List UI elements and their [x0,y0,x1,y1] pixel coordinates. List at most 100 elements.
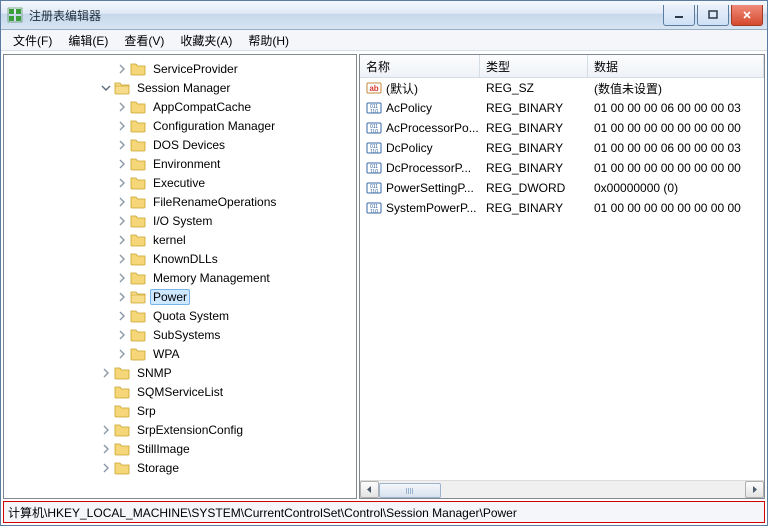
tree-item[interactable]: Power [4,287,356,306]
scroll-thumb[interactable] [379,483,441,498]
tree-label[interactable]: Storage [134,460,182,476]
minimize-button[interactable] [663,5,695,26]
tree-label[interactable]: I/O System [150,213,215,229]
expand-icon[interactable] [116,234,128,246]
maximize-button[interactable] [697,5,729,26]
tree-label[interactable]: Power [150,289,190,305]
scroll-right-button[interactable] [745,481,764,498]
collapse-icon[interactable] [100,82,112,94]
binary-value-icon: 011110 [366,160,382,176]
tree-item[interactable]: KnownDLLs [4,249,356,268]
cell-data: 01 00 00 00 00 00 00 00 00 [588,121,764,135]
expand-icon[interactable] [116,272,128,284]
svg-text:110: 110 [370,169,378,175]
tree-item[interactable]: Configuration Manager [4,116,356,135]
expand-icon[interactable] [100,367,112,379]
tree-item[interactable]: Memory Management [4,268,356,287]
tree-item[interactable]: kernel [4,230,356,249]
expand-icon[interactable] [116,329,128,341]
horizontal-scrollbar[interactable] [360,480,764,498]
svg-text:ab: ab [369,84,378,93]
expand-icon[interactable] [116,139,128,151]
tree-label[interactable]: Session Manager [134,80,233,96]
tree-label[interactable]: ServiceProvider [150,61,241,77]
expand-icon[interactable] [116,120,128,132]
menu-edit[interactable]: 编辑(E) [60,30,116,51]
svg-text:110: 110 [370,109,378,115]
column-name[interactable]: 名称 [360,55,480,77]
tree-label[interactable]: WPA [150,346,182,362]
tree-label[interactable]: Environment [150,156,223,172]
expand-icon[interactable] [116,348,128,360]
list-pane[interactable]: 名称 类型 数据 ab(默认)REG_SZ(数值未设置)011110AcPoli… [359,54,765,499]
tree-item[interactable]: AppCompatCache [4,97,356,116]
tree-label[interactable]: Srp [134,403,159,419]
list-row[interactable]: 011110DcProcessorP...REG_BINARY01 00 00 … [360,158,764,178]
scroll-left-button[interactable] [360,481,379,498]
tree-item[interactable]: ServiceProvider [4,59,356,78]
close-button[interactable] [731,5,763,26]
expand-icon[interactable] [116,253,128,265]
titlebar[interactable]: 注册表编辑器 [1,1,767,30]
expand-icon[interactable] [100,462,112,474]
list-body[interactable]: ab(默认)REG_SZ(数值未设置)011110AcPolicyREG_BIN… [360,78,764,480]
expand-icon[interactable] [100,424,112,436]
folder-icon [130,175,146,191]
tree-pane[interactable]: ServiceProvider Session Manager AppCompatC… [3,54,357,499]
list-row[interactable]: 011110PowerSettingP...REG_DWORD0x0000000… [360,178,764,198]
tree-item[interactable]: Session Manager [4,78,356,97]
tree-item[interactable]: FileRenameOperations [4,192,356,211]
tree-item[interactable]: Executive [4,173,356,192]
tree-item[interactable]: SrpExtensionConfig [4,420,356,439]
expand-icon[interactable] [116,196,128,208]
tree-label[interactable]: KnownDLLs [150,251,221,267]
expand-icon[interactable] [116,310,128,322]
list-row[interactable]: 011110AcProcessorPo...REG_BINARY01 00 00… [360,118,764,138]
list-header[interactable]: 名称 类型 数据 [360,55,764,78]
expand-icon[interactable] [116,215,128,227]
expand-icon[interactable] [116,177,128,189]
tree-label[interactable]: kernel [150,232,189,248]
expand-icon[interactable] [100,443,112,455]
tree-label[interactable]: Memory Management [150,270,273,286]
tree-label[interactable]: SrpExtensionConfig [134,422,246,438]
tree-item[interactable]: DOS Devices [4,135,356,154]
tree-label[interactable]: Executive [150,175,208,191]
tree-item[interactable]: WPA [4,344,356,363]
list-row[interactable]: 011110DcPolicyREG_BINARY01 00 00 00 06 0… [360,138,764,158]
window: 注册表编辑器 文件(F) 编辑(E) 查看(V) 收藏夹(A) 帮助(H) Se… [0,0,768,526]
tree-label[interactable]: FileRenameOperations [150,194,279,210]
tree-label[interactable]: StillImage [134,441,193,457]
tree-label[interactable]: SNMP [134,365,175,381]
expand-icon[interactable] [116,63,128,75]
menu-file[interactable]: 文件(F) [5,30,60,51]
tree-item[interactable]: SQMServiceList [4,382,356,401]
menu-help[interactable]: 帮助(H) [240,30,297,51]
tree-item[interactable]: Environment [4,154,356,173]
tree-label[interactable]: SQMServiceList [134,384,226,400]
expand-icon[interactable] [116,291,128,303]
tree-label[interactable]: AppCompatCache [150,99,254,115]
expand-icon[interactable] [116,158,128,170]
expand-icon[interactable] [116,101,128,113]
tree-label[interactable]: SubSystems [150,327,223,343]
tree-label[interactable]: Quota System [150,308,232,324]
tree-item[interactable]: SubSystems [4,325,356,344]
scroll-track[interactable] [379,482,745,497]
tree-item[interactable]: I/O System [4,211,356,230]
tree-item[interactable]: Srp [4,401,356,420]
menu-favorites[interactable]: 收藏夹(A) [172,30,240,51]
list-row[interactable]: ab(默认)REG_SZ(数值未设置) [360,78,764,98]
column-data[interactable]: 数据 [588,55,764,77]
list-row[interactable]: 011110SystemPowerP...REG_BINARY01 00 00 … [360,198,764,218]
tree-item[interactable]: Quota System [4,306,356,325]
list-row[interactable]: 011110AcPolicyREG_BINARY01 00 00 00 06 0… [360,98,764,118]
folder-icon [114,460,130,476]
menu-view[interactable]: 查看(V) [116,30,172,51]
tree-item[interactable]: Storage [4,458,356,477]
tree-item[interactable]: StillImage [4,439,356,458]
tree-label[interactable]: DOS Devices [150,137,228,153]
tree-item[interactable]: SNMP [4,363,356,382]
column-type[interactable]: 类型 [480,55,588,77]
tree-label[interactable]: Configuration Manager [150,118,278,134]
